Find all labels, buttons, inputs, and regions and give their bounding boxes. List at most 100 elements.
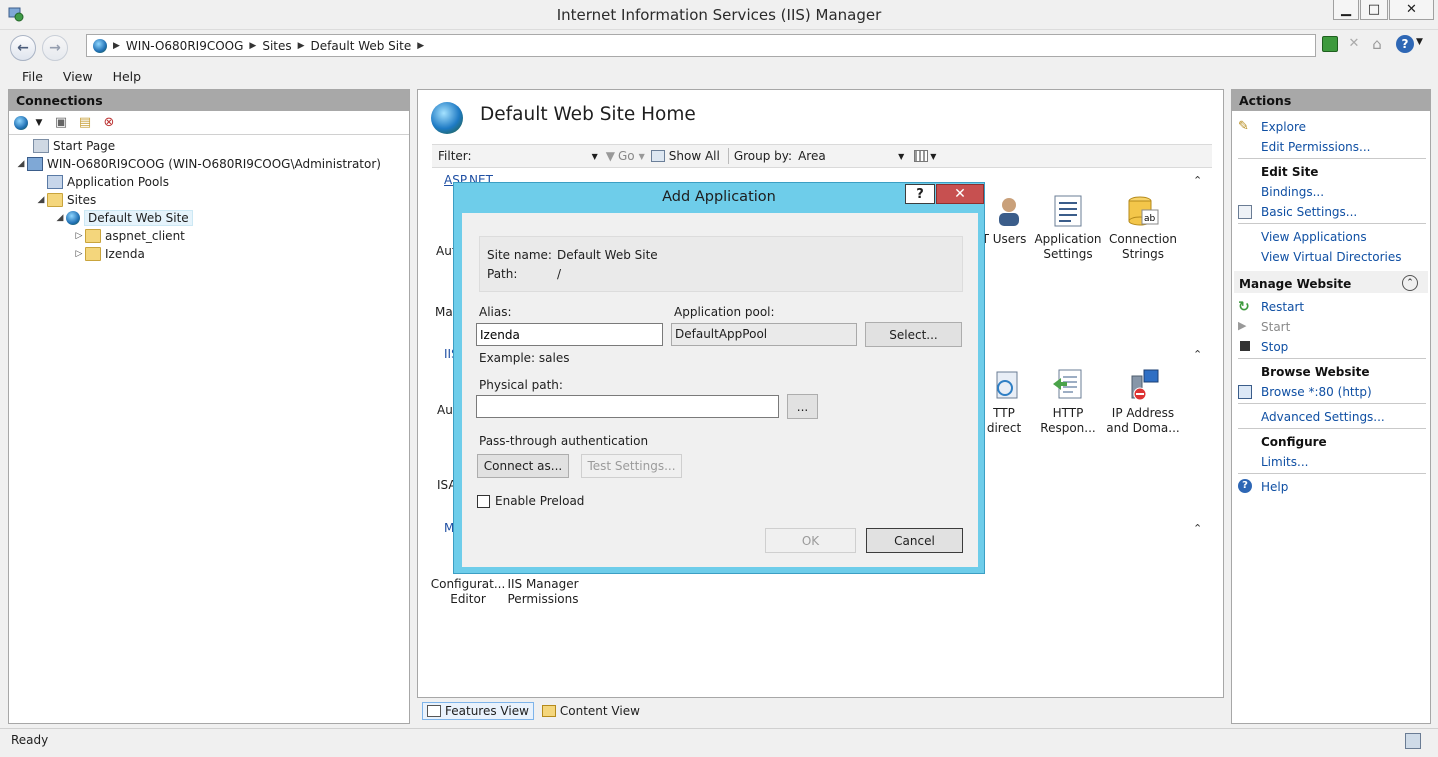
ok-button[interactable]: OK	[765, 528, 856, 553]
dialog-close-button[interactable]: ✕	[936, 184, 984, 204]
action-stop[interactable]: Stop	[1261, 340, 1288, 354]
chevron-down-icon[interactable]: ▼	[592, 152, 598, 161]
minimize-button[interactable]: ▁	[1333, 0, 1359, 20]
help-icon[interactable]: ?	[1396, 35, 1414, 53]
maximize-button[interactable]: □	[1360, 0, 1388, 20]
address-bar: ← → ▶ WIN-O680RI9COOG ▶ Sites ▶ Default …	[0, 30, 1438, 64]
expand-triangle-icon[interactable]: ▷	[73, 231, 85, 241]
title-bar: Internet Information Services (IIS) Mana…	[0, 0, 1438, 30]
tree-item-aspnet-client[interactable]: ▷ aspnet_client	[73, 227, 185, 245]
view-tabs: Features View Content View	[422, 700, 648, 722]
database-icon: ab	[1126, 194, 1160, 228]
physical-path-input[interactable]	[476, 395, 779, 418]
chevron-down-icon[interactable]: ▼	[639, 152, 645, 161]
action-restart[interactable]: Restart	[1261, 300, 1304, 314]
group-by-select[interactable]: Area	[798, 149, 898, 163]
tree-item-application-pools[interactable]: Application Pools	[35, 173, 169, 191]
cancel-button[interactable]: Cancel	[866, 528, 963, 553]
up-folder-icon[interactable]: ▤	[76, 114, 94, 132]
tab-features-view[interactable]: Features View	[422, 702, 534, 720]
sites-folder-icon	[47, 193, 63, 207]
action-advanced-settings[interactable]: Advanced Settings...	[1261, 410, 1385, 424]
application-pools-icon	[47, 175, 63, 189]
site-info-box: Site name: Default Web Site Path: /	[479, 236, 963, 292]
action-view-applications[interactable]: View Applications	[1261, 230, 1367, 244]
menu-file[interactable]: File	[22, 69, 43, 84]
forward-button[interactable]: →	[42, 35, 68, 61]
enable-preload-checkbox[interactable]	[477, 495, 490, 508]
chevron-down-icon[interactable]: ▼	[930, 152, 936, 161]
feature-http-response-headers[interactable]: HTTP Respon...	[1029, 368, 1107, 436]
dialog-help-button[interactable]: ?	[905, 184, 935, 204]
feature-application-settings[interactable]: Application Settings	[1029, 194, 1107, 262]
page-title: Default Web Site Home	[480, 104, 696, 125]
tree-item-default-web-site[interactable]: ◢ Default Web Site	[54, 209, 193, 227]
network-status-icon	[1405, 733, 1421, 749]
users-icon	[989, 194, 1019, 228]
breadcrumb-separator-icon: ▶	[249, 40, 257, 51]
collapse-chevron-icon[interactable]: ⌃	[1193, 522, 1202, 535]
tree-item-start-page[interactable]: Start Page	[21, 137, 115, 155]
collapse-triangle-icon[interactable]: ◢	[35, 195, 47, 205]
action-bindings[interactable]: Bindings...	[1261, 185, 1324, 199]
action-limits[interactable]: Limits...	[1261, 455, 1308, 469]
site-globe-icon	[431, 102, 463, 134]
collapse-triangle-icon[interactable]: ◢	[54, 213, 66, 223]
browse-icon	[1238, 385, 1252, 399]
collapse-chevron-icon[interactable]: ⌃	[1193, 348, 1202, 361]
connections-panel: Connections ▼ ▣ ▤ ⊗ Start Page ◢ WIN-O68…	[8, 89, 410, 724]
select-button[interactable]: Select...	[865, 322, 962, 347]
disconnect-icon[interactable]: ⊗	[100, 114, 118, 132]
save-icon[interactable]: ▣	[52, 114, 70, 132]
alias-input[interactable]	[476, 323, 663, 346]
breadcrumb[interactable]: ▶ WIN-O680RI9COOG ▶ Sites ▶ Default Web …	[86, 34, 1316, 57]
collapse-chevron-icon[interactable]: ⌃	[1193, 174, 1202, 187]
action-start[interactable]: Start	[1261, 320, 1290, 334]
breadcrumb-default-web-site[interactable]: Default Web Site	[305, 39, 418, 53]
action-basic-settings[interactable]: Basic Settings...	[1261, 205, 1357, 219]
expand-triangle-icon[interactable]: ▷	[73, 249, 85, 259]
refresh-icon[interactable]	[1322, 36, 1338, 52]
go-button[interactable]: Go	[618, 149, 635, 163]
feature-connection-strings[interactable]: ab Connection Strings	[1104, 194, 1182, 262]
action-edit-permissions[interactable]: Edit Permissions...	[1261, 140, 1370, 154]
connect-icon[interactable]	[12, 114, 30, 132]
actions-header: Actions	[1232, 90, 1430, 111]
connect-as-button[interactable]: Connect as...	[477, 454, 569, 478]
globe-icon	[93, 38, 107, 53]
stop-icon[interactable]: ✕	[1346, 36, 1362, 52]
browse-path-button[interactable]: ...	[787, 394, 818, 419]
tree-item-izenda[interactable]: ▷ Izenda	[73, 245, 145, 263]
show-all-button[interactable]: Show All	[669, 149, 720, 163]
show-all-icon	[650, 150, 665, 162]
action-help[interactable]: Help	[1261, 480, 1288, 494]
chevron-down-icon[interactable]: ▼	[1416, 37, 1423, 47]
action-view-virtual-directories[interactable]: View Virtual Directories	[1261, 250, 1402, 264]
action-browse-80[interactable]: Browse *:80 (http)	[1261, 385, 1372, 399]
chevron-down-icon[interactable]: ▼	[30, 114, 48, 132]
collapse-triangle-icon[interactable]: ◢	[15, 159, 27, 169]
back-button[interactable]: ←	[10, 35, 36, 61]
breadcrumb-sites[interactable]: Sites	[256, 39, 297, 53]
test-settings-button[interactable]: Test Settings...	[581, 454, 682, 478]
menu-help[interactable]: Help	[113, 69, 142, 84]
breadcrumb-server[interactable]: WIN-O680RI9COOG	[120, 39, 249, 53]
feature-iis-manager-permissions[interactable]: IIS Manager Permissions	[504, 577, 582, 607]
home-icon[interactable]: ⌂	[1368, 35, 1386, 53]
tab-content-view[interactable]: Content View	[538, 703, 644, 719]
view-grid-icon[interactable]	[914, 150, 929, 162]
add-application-dialog: Add Application ? ✕ Site name: Default W…	[453, 182, 985, 574]
dialog-body: Site name: Default Web Site Path: / Alia…	[462, 213, 978, 567]
close-button[interactable]: ✕	[1389, 0, 1434, 20]
feature-configuration-editor[interactable]: Configurat... Editor	[429, 577, 507, 607]
tree-item-sites[interactable]: ◢ Sites	[35, 191, 96, 209]
actions-panel: Actions ✎ Explore Edit Permissions... Ed…	[1231, 89, 1431, 724]
chevron-down-icon[interactable]: ▼	[898, 152, 904, 161]
tree-item-server[interactable]: ◢ WIN-O680RI9COOG (WIN-O680RI9COOG\Admin…	[15, 155, 381, 173]
action-explore[interactable]: Explore	[1261, 120, 1306, 134]
start-page-icon	[33, 139, 49, 153]
collapse-chevron-icon[interactable]: ⌃	[1402, 275, 1418, 291]
feature-ip-address-domain[interactable]: IP Address and Doma...	[1104, 368, 1182, 436]
filter-input[interactable]	[472, 147, 592, 165]
menu-view[interactable]: View	[63, 69, 93, 84]
